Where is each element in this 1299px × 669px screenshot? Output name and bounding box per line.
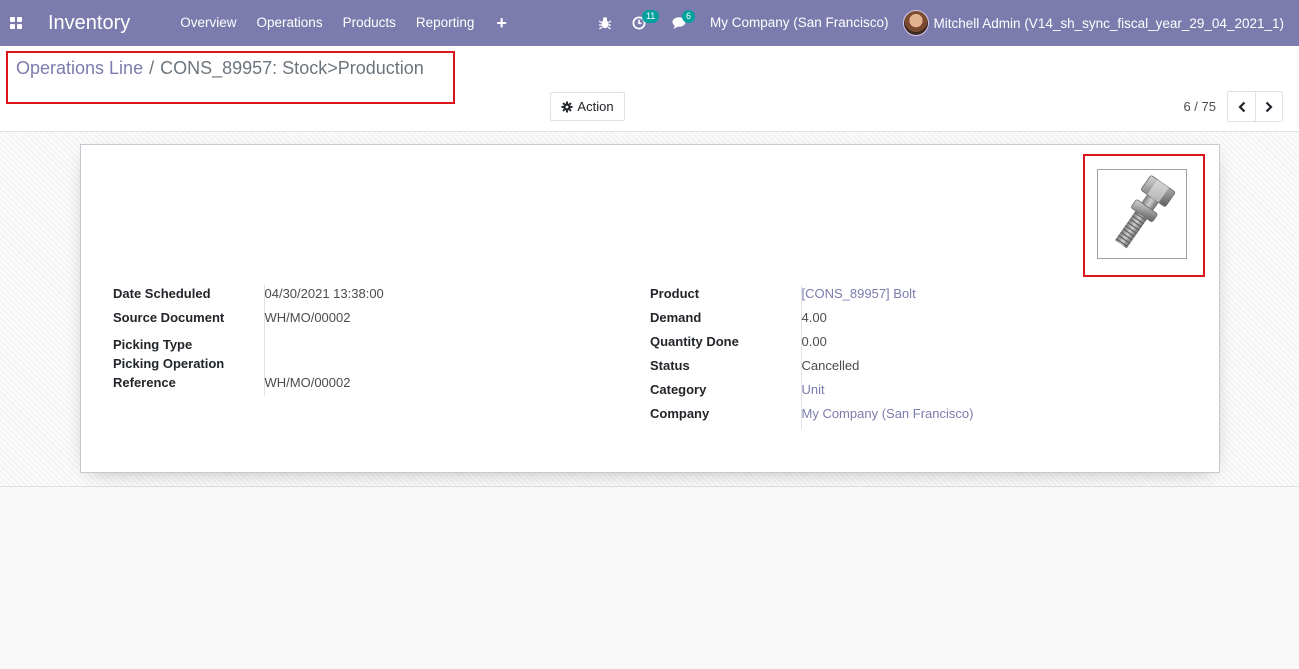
date-scheduled-label: Date Scheduled (113, 285, 265, 309)
form-sheet-background: Date Scheduled 04/30/2021 13:38:00 Sourc… (0, 132, 1299, 487)
demand-value: 4.00 (801, 310, 827, 325)
apps-menu-button[interactable] (0, 0, 32, 46)
top-navbar: Inventory Overview Operations Products R… (0, 0, 1299, 46)
source-document-value: WH/MO/00002 (264, 310, 351, 325)
breadcrumb-separator: / (149, 58, 155, 78)
category-label: Category (650, 381, 802, 405)
picking-type-value (264, 333, 384, 354)
bolt-image (1115, 175, 1176, 249)
form-group-left: Date Scheduled 04/30/2021 13:38:00 Sourc… (113, 285, 384, 396)
menu-item-overview[interactable]: Overview (170, 0, 246, 46)
company-label: Company (650, 405, 802, 429)
activity-button[interactable]: 11 (622, 0, 660, 46)
source-document-label: Source Document (113, 309, 265, 333)
company-switcher[interactable]: My Company (San Francisco) (698, 0, 903, 46)
pager-previous-button[interactable] (1228, 92, 1255, 121)
user-name: Mitchell Admin (V14_sh_sync_fiscal_year_… (933, 15, 1284, 31)
apps-grid-icon (10, 17, 22, 29)
quantity-done-value: 0.00 (801, 334, 827, 349)
menu-item-products[interactable]: Products (333, 0, 406, 46)
breadcrumb-current: CONS_89957: Stock>Production (160, 58, 424, 78)
picking-operation-reference-label: Picking Operation Reference (113, 354, 265, 396)
action-button-label: Action (577, 99, 614, 114)
pager-next-button[interactable] (1255, 92, 1282, 121)
pager: 6 / 75 (1183, 91, 1283, 122)
form-sheet: Date Scheduled 04/30/2021 13:38:00 Sourc… (80, 144, 1220, 473)
debug-button[interactable] (588, 0, 622, 46)
demand-label: Demand (650, 309, 802, 333)
user-menu[interactable]: Mitchell Admin (V14_sh_sync_fiscal_year_… (902, 10, 1299, 36)
picking-operation-reference-label-line2: Reference (113, 375, 176, 390)
product-image[interactable] (1097, 169, 1187, 259)
gear-icon (561, 101, 573, 112)
app-brand[interactable]: Inventory (48, 0, 130, 46)
action-button[interactable]: Action (550, 92, 625, 121)
message-count-badge: 6 (681, 10, 695, 23)
navbar-systray: 11 6 My Company (San Francisco) Mitchell… (588, 0, 1299, 46)
pager-buttons (1227, 91, 1283, 122)
bug-icon (598, 17, 612, 30)
product-label: Product (650, 285, 802, 309)
menu-item-operations[interactable]: Operations (247, 0, 333, 46)
form-group-right: Product [CONS_89957] Bolt Demand 4.00 Qu… (650, 285, 973, 429)
control-panel: Operations Line / CONS_89957: Stock>Prod… (0, 46, 1299, 132)
picking-operation-reference-label-line1: Picking Operation (113, 356, 225, 371)
breadcrumb: Operations Line / CONS_89957: Stock>Prod… (16, 58, 424, 79)
date-scheduled-value: 04/30/2021 13:38:00 (264, 286, 384, 301)
activity-count-badge: 11 (641, 10, 660, 23)
product-link[interactable]: [CONS_89957] Bolt (802, 286, 916, 301)
company-link[interactable]: My Company (San Francisco) (802, 406, 974, 421)
chevron-left-icon (1237, 101, 1245, 112)
pager-value[interactable]: 6 / 75 (1183, 99, 1216, 114)
menu-plus-button[interactable]: + (484, 0, 519, 46)
status-value: Cancelled (801, 358, 860, 373)
picking-operation-reference-value: WH/MO/00002 (264, 375, 351, 390)
category-link[interactable]: Unit (802, 382, 825, 397)
chevron-right-icon (1265, 101, 1273, 112)
picking-type-label: Picking Type (113, 333, 265, 354)
menu-item-reporting[interactable]: Reporting (406, 0, 485, 46)
breadcrumb-parent-link[interactable]: Operations Line (16, 58, 143, 79)
messages-button[interactable]: 6 (662, 0, 698, 46)
main-menu: Overview Operations Products Reporting + (170, 0, 519, 46)
status-label: Status (650, 357, 802, 381)
avatar (902, 10, 929, 36)
quantity-done-label: Quantity Done (650, 333, 802, 357)
